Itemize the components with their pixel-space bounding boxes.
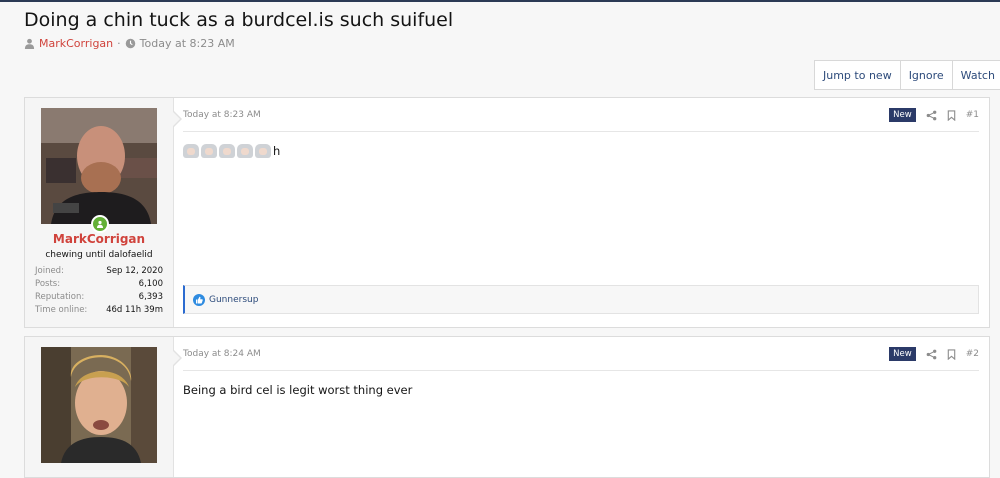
post-number[interactable]: #2: [966, 349, 979, 359]
new-badge: New: [889, 347, 916, 361]
post-body-text: h: [273, 144, 281, 158]
stat-row: Posts: 6,100: [35, 278, 163, 291]
thread-actions: Jump to new Ignore Watch: [814, 60, 1000, 90]
reaction-user-link[interactable]: Gunnersup: [209, 295, 258, 305]
thread-meta: MarkCorrigan · Today at 8:23 AM: [24, 37, 235, 50]
stat-label: Reputation:: [35, 292, 85, 302]
stat-row: Time online: 46d 11h 39m: [35, 304, 163, 317]
clock-icon: [125, 38, 135, 49]
thread-author-link[interactable]: MarkCorrigan: [39, 37, 113, 50]
meta-separator: ·: [117, 37, 121, 50]
stat-row: Joined: Sep 12, 2020: [35, 265, 163, 278]
emoji-icon: [201, 144, 217, 158]
jump-to-new-button[interactable]: Jump to new: [815, 61, 901, 89]
new-badge: New: [889, 108, 916, 122]
post-number[interactable]: #1: [966, 110, 979, 120]
post-content: Today at 8:24 AM New #2 Being a bird cel…: [173, 337, 989, 477]
stat-value: 46d 11h 39m: [106, 305, 163, 315]
top-border: [0, 0, 1000, 2]
thread-title: Doing a chin tuck as a burdcel.is such s…: [24, 9, 454, 31]
like-icon: [193, 293, 205, 306]
thread-start-time: Today at 8:23 AM: [139, 37, 235, 50]
avatar[interactable]: [41, 108, 157, 224]
post-timestamp[interactable]: Today at 8:24 AM: [183, 349, 261, 359]
emoji-icon: [183, 144, 199, 158]
post-divider: [183, 131, 979, 132]
share-icon[interactable]: [926, 110, 937, 121]
post: MarkCorrigan chewing until dalofaelid Jo…: [24, 97, 990, 328]
user-stats: Joined: Sep 12, 2020 Posts: 6,100 Reputa…: [35, 265, 163, 317]
post-tools: New #1: [889, 108, 979, 122]
post-tools: New #2: [889, 347, 979, 361]
online-status-icon: [91, 215, 109, 233]
bookmark-icon[interactable]: [947, 348, 956, 360]
stat-row: Reputation: 6,393: [35, 291, 163, 304]
stat-label: Joined:: [35, 266, 64, 276]
user-pane: MarkCorrigan chewing until dalofaelid Jo…: [25, 98, 174, 327]
stat-label: Posts:: [35, 279, 61, 289]
post-timestamp[interactable]: Today at 8:23 AM: [183, 110, 261, 120]
watch-button[interactable]: Watch: [953, 61, 1000, 89]
post-body-text: Being a bird cel is legit worst thing ev…: [183, 383, 413, 397]
emoji-icon: [237, 144, 253, 158]
post-body: h: [183, 144, 280, 158]
stat-label: Time online:: [35, 305, 88, 315]
post-username[interactable]: MarkCorrigan: [25, 232, 173, 246]
user-icon: [24, 38, 35, 49]
avatar[interactable]: [41, 347, 157, 463]
ignore-button[interactable]: Ignore: [901, 61, 953, 89]
emoji-icon: [219, 144, 235, 158]
emoji-icon: [255, 144, 271, 158]
user-pane: [25, 337, 174, 477]
post-content: Today at 8:23 AM New #1 h Gunnersup: [173, 98, 989, 327]
bookmark-icon[interactable]: [947, 109, 956, 121]
stat-value: Sep 12, 2020: [106, 266, 163, 276]
user-title: chewing until dalofaelid: [45, 250, 153, 260]
post-divider: [183, 370, 979, 371]
share-icon[interactable]: [926, 349, 937, 360]
stat-value: 6,100: [138, 279, 163, 289]
stat-value: 6,393: [138, 292, 163, 302]
post: Today at 8:24 AM New #2 Being a bird cel…: [24, 336, 990, 478]
reactions-bar: Gunnersup: [183, 285, 979, 314]
